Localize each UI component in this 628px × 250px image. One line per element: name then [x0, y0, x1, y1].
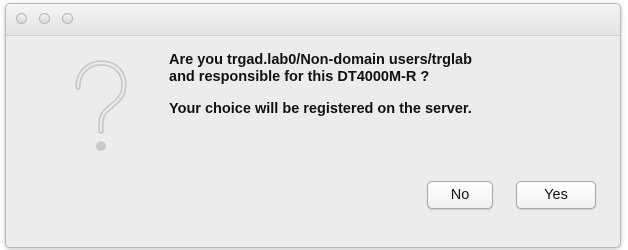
zoom-window-button[interactable] [62, 13, 73, 24]
message-spacer [169, 86, 609, 101]
dialog-message: Are you trgad.lab0/Non-domain users/trgl… [169, 52, 609, 118]
message-line: Are you trgad.lab0/Non-domain users/trgl… [169, 52, 472, 68]
title-bar [6, 4, 620, 36]
no-button[interactable]: No [427, 181, 493, 209]
minimize-window-button[interactable] [39, 13, 50, 24]
message-line: Your choice will be registered on the se… [169, 101, 472, 117]
dialog-window: Are you trgad.lab0/Non-domain users/trgl… [5, 3, 621, 248]
question-mark-icon [75, 60, 127, 151]
yes-button[interactable]: Yes [516, 181, 596, 209]
close-window-button[interactable] [16, 13, 27, 24]
message-line: and responsible for this DT4000M-R ? [169, 69, 430, 85]
